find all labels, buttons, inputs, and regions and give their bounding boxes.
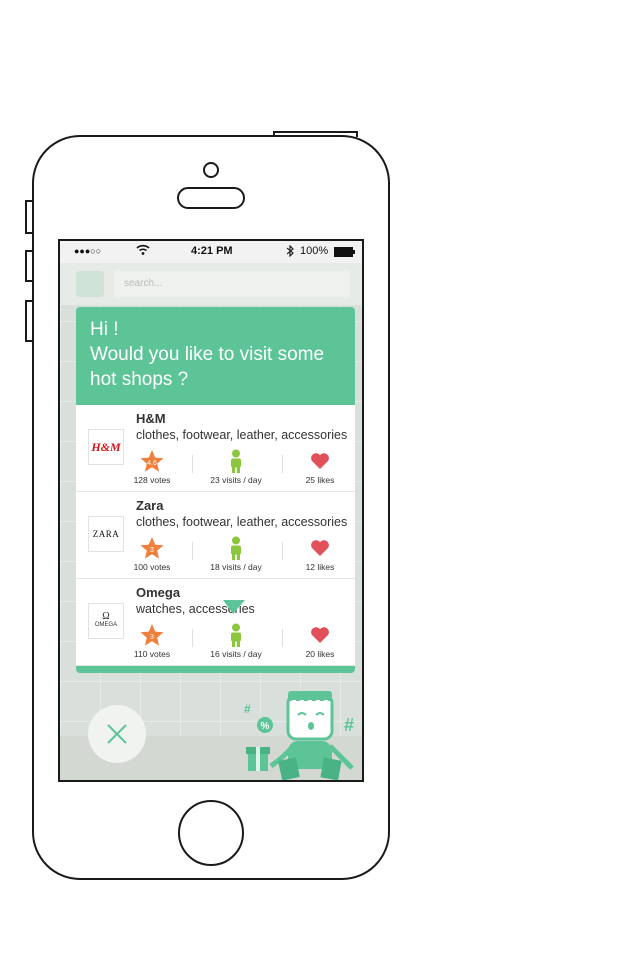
shop-item-zara[interactable]: ZARA Zara clothes, footwear, leather, ac… bbox=[76, 492, 355, 579]
likes-count: 12 likes bbox=[305, 562, 335, 572]
person-icon bbox=[198, 623, 274, 647]
votes-stat: 4.6 128 votes bbox=[114, 449, 190, 485]
shop-categories: clothes, footwear, leather, accessories bbox=[136, 428, 348, 442]
menu-button[interactable] bbox=[76, 271, 104, 297]
battery-percent: 100% bbox=[300, 245, 329, 257]
votes-count: 128 votes bbox=[133, 475, 171, 485]
speech-bubble-tail bbox=[223, 600, 245, 614]
visits-stat: 16 visits / day bbox=[198, 623, 274, 659]
popup-footer bbox=[76, 666, 355, 673]
hot-shops-popup: Hi ! Would you like to visit some hot sh… bbox=[76, 307, 355, 673]
svg-text:#: # bbox=[244, 702, 251, 716]
home-button[interactable] bbox=[178, 800, 244, 866]
visits-count: 23 visits / day bbox=[210, 475, 262, 485]
close-icon bbox=[107, 724, 127, 744]
likes-count: 20 likes bbox=[305, 649, 335, 659]
likes-count: 25 likes bbox=[305, 475, 335, 485]
divider bbox=[192, 542, 193, 560]
likes-stat: 12 likes bbox=[282, 536, 358, 572]
front-camera bbox=[203, 162, 219, 178]
svg-text:#: # bbox=[344, 715, 354, 735]
svg-text:3: 3 bbox=[150, 547, 154, 554]
heart-icon bbox=[282, 536, 358, 560]
shop-name: Zara bbox=[136, 498, 164, 513]
votes-stat: 3 110 votes bbox=[114, 623, 190, 659]
heart-icon bbox=[282, 623, 358, 647]
person-icon bbox=[198, 536, 274, 560]
phone-screen: ●●●○○ 4:21 PM 100% search... Hi ! Would … bbox=[58, 239, 364, 782]
likes-stat: 20 likes bbox=[282, 623, 358, 659]
battery-icon bbox=[334, 247, 356, 260]
shop-item-omega[interactable]: Ω OMEGA Omega watches, accessories 3 110… bbox=[76, 579, 355, 666]
heart-icon bbox=[282, 449, 358, 473]
shop-name: Omega bbox=[136, 585, 181, 600]
shop-name: H&M bbox=[136, 411, 166, 426]
wifi-icon bbox=[136, 244, 150, 259]
rating-star-icon: 3 bbox=[114, 536, 190, 560]
divider bbox=[192, 629, 193, 647]
shop-categories: clothes, footwear, leather, accessories bbox=[136, 515, 348, 529]
rating-star-icon: 3 bbox=[114, 623, 190, 647]
clock-time: 4:21 PM bbox=[191, 245, 233, 257]
person-icon bbox=[198, 449, 274, 473]
votes-stat: 3 100 votes bbox=[114, 536, 190, 572]
rating-star-icon: 4.6 bbox=[114, 449, 190, 473]
svg-text:3: 3 bbox=[150, 634, 154, 641]
divider bbox=[192, 455, 193, 473]
question-text: Would you like to visit some hot shops ? bbox=[90, 344, 325, 390]
status-bar: ●●●○○ 4:21 PM 100% bbox=[60, 241, 362, 263]
votes-count: 100 votes bbox=[133, 562, 171, 572]
search-input[interactable]: search... bbox=[114, 271, 350, 297]
close-button[interactable] bbox=[88, 705, 146, 763]
shop-item-hm[interactable]: H&M H&M clothes, footwear, leather, acce… bbox=[76, 405, 355, 492]
earpiece-speaker bbox=[177, 187, 245, 209]
greeting-text: Hi ! bbox=[90, 319, 119, 340]
visits-count: 18 visits / day bbox=[210, 562, 262, 572]
background-header: search... bbox=[60, 263, 362, 305]
svg-text:%: % bbox=[261, 721, 270, 732]
bluetooth-icon bbox=[286, 244, 294, 260]
signal-indicator: ●●●○○ bbox=[74, 246, 102, 256]
visits-stat: 18 visits / day bbox=[198, 536, 274, 572]
visits-stat: 23 visits / day bbox=[198, 449, 274, 485]
visits-count: 16 visits / day bbox=[210, 649, 262, 659]
svg-text:4.6: 4.6 bbox=[147, 460, 157, 467]
popup-header: Hi ! Would you like to visit some hot sh… bbox=[76, 307, 355, 405]
likes-stat: 25 likes bbox=[282, 449, 358, 485]
shop-mascot-illustration: # % # bbox=[238, 681, 362, 780]
votes-count: 110 votes bbox=[133, 649, 171, 659]
